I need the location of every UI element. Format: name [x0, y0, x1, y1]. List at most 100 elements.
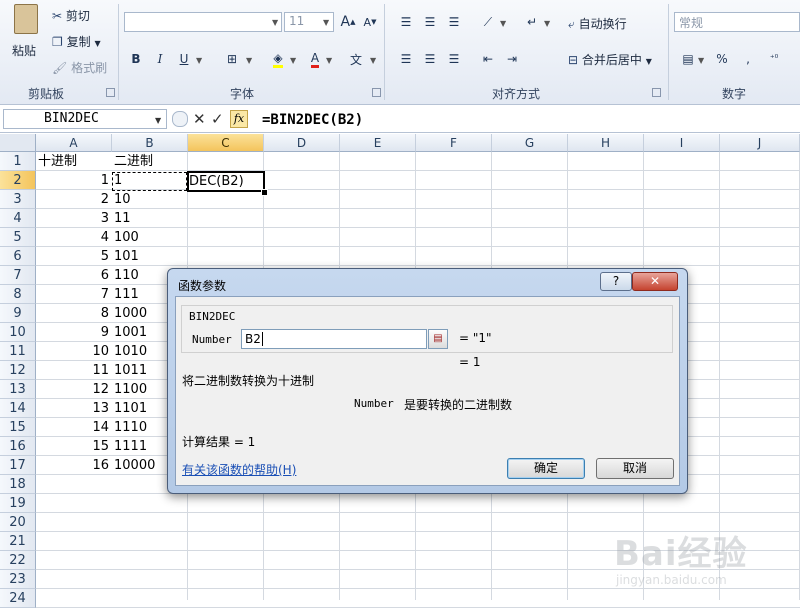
increase-indent-button[interactable]: ⇥	[502, 50, 522, 68]
number-format-select[interactable]: 常规	[674, 12, 800, 32]
row-header-20[interactable]: 20	[0, 513, 36, 532]
clipboard-launcher-icon[interactable]	[106, 88, 115, 97]
row-header-3[interactable]: 3	[0, 190, 36, 209]
align-right-button[interactable]: ☰	[444, 50, 464, 68]
formula-bar-splitter[interactable]	[172, 111, 188, 127]
wrap-text-button[interactable]: ⤶ 自动换行	[568, 15, 627, 32]
align-top-button[interactable]: ☰	[396, 13, 416, 31]
collapse-dialog-icon[interactable]: ▤	[428, 329, 448, 349]
copy-button[interactable]: ❐ 复制 ▼	[52, 33, 101, 50]
cell-b5[interactable]: 100	[114, 228, 186, 247]
accounting-format-button[interactable]: ▤	[678, 50, 698, 68]
row-header-21[interactable]: 21	[0, 532, 36, 551]
borders-button[interactable]: ⊞	[222, 50, 242, 68]
formula-input[interactable]: =BIN2DEC(B2)	[262, 112, 363, 128]
merge-center-button[interactable]: ⊟ 合并后居中 ▼	[568, 51, 652, 68]
row-header-11[interactable]: 11	[0, 342, 36, 361]
column-header-b[interactable]: B	[112, 134, 188, 152]
cell-b1[interactable]: 二进制	[114, 152, 186, 171]
fill-handle[interactable]	[261, 189, 268, 196]
column-header-h[interactable]: H	[568, 134, 644, 152]
align-center-button[interactable]: ☰	[420, 50, 440, 68]
row-header-24[interactable]: 24	[0, 589, 36, 608]
cell-a10[interactable]: 9	[36, 323, 109, 342]
row-header-23[interactable]: 23	[0, 570, 36, 589]
column-header-j[interactable]: J	[720, 134, 800, 152]
grow-font-button[interactable]: A ▲	[338, 13, 358, 31]
row-header-13[interactable]: 13	[0, 380, 36, 399]
cell-a4[interactable]: 3	[36, 209, 109, 228]
column-header-f[interactable]: F	[416, 134, 492, 152]
cell-a16[interactable]: 15	[36, 437, 109, 456]
column-header-i[interactable]: I	[644, 134, 720, 152]
cell-a2[interactable]: 1	[36, 171, 109, 190]
format-painter-button[interactable]: 🖌 格式刷	[52, 59, 107, 76]
row-header-4[interactable]: 4	[0, 209, 36, 228]
orientation-button[interactable]: ⟋	[478, 13, 498, 31]
underline-button[interactable]: U	[174, 50, 194, 68]
paste-button[interactable]: 粘贴	[6, 4, 46, 70]
column-header-a[interactable]: A	[36, 134, 112, 152]
enter-formula-button[interactable]: ✓	[211, 110, 224, 128]
alignment-launcher-icon[interactable]	[652, 88, 661, 97]
increase-decimal-button[interactable]: ⁺⁰	[764, 50, 784, 68]
cell-a5[interactable]: 4	[36, 228, 109, 247]
cell-a1[interactable]: 十进制	[38, 152, 110, 171]
font-color-button[interactable]: A	[305, 50, 325, 68]
text-direction-button[interactable]: ↵	[522, 13, 542, 31]
font-launcher-icon[interactable]	[372, 88, 381, 97]
row-header-7[interactable]: 7	[0, 266, 36, 285]
column-header-c[interactable]: C	[188, 134, 264, 152]
active-cell-c2[interactable]: DEC(B2)	[187, 171, 265, 192]
column-header-e[interactable]: E	[340, 134, 416, 152]
cell-b6[interactable]: 101	[114, 247, 186, 266]
align-left-button[interactable]: ☰	[396, 50, 416, 68]
cut-button[interactable]: ✂ 剪切	[52, 7, 90, 24]
row-header-15[interactable]: 15	[0, 418, 36, 437]
cell-b4[interactable]: 11	[114, 209, 186, 228]
comma-button[interactable]: ,	[738, 50, 758, 68]
shrink-font-button[interactable]: A ▼	[360, 13, 380, 31]
function-help-link[interactable]: 有关该函数的帮助(H)	[182, 461, 296, 478]
row-header-17[interactable]: 17	[0, 456, 36, 475]
chevron-down-icon[interactable]: ▼	[155, 116, 161, 125]
italic-button[interactable]: I	[150, 50, 170, 68]
column-header-d[interactable]: D	[264, 134, 340, 152]
cancel-formula-button[interactable]: ✕	[193, 110, 206, 128]
align-middle-button[interactable]: ☰	[420, 13, 440, 31]
number-argument-input[interactable]: B2	[241, 329, 427, 349]
decrease-indent-button[interactable]: ⇤	[478, 50, 498, 68]
close-icon[interactable]: ✕	[632, 272, 678, 291]
row-header-5[interactable]: 5	[0, 228, 36, 247]
ok-button[interactable]: 确定	[507, 458, 585, 479]
insert-function-button[interactable]: fx	[230, 110, 248, 128]
cell-a17[interactable]: 16	[36, 456, 109, 475]
cell-a14[interactable]: 13	[36, 399, 109, 418]
cell-a12[interactable]: 11	[36, 361, 109, 380]
row-header-6[interactable]: 6	[0, 247, 36, 266]
cell-a7[interactable]: 6	[36, 266, 109, 285]
row-header-8[interactable]: 8	[0, 285, 36, 304]
column-header-g[interactable]: G	[492, 134, 568, 152]
percent-button[interactable]: %	[712, 50, 732, 68]
font-name-select[interactable]	[124, 12, 282, 32]
row-header-14[interactable]: 14	[0, 399, 36, 418]
cell-a8[interactable]: 7	[36, 285, 109, 304]
row-header-12[interactable]: 12	[0, 361, 36, 380]
align-bottom-button[interactable]: ☰	[444, 13, 464, 31]
cancel-button[interactable]: 取消	[596, 458, 674, 479]
fill-color-button[interactable]: ◈	[268, 50, 288, 68]
row-header-19[interactable]: 19	[0, 494, 36, 513]
help-icon[interactable]: ?	[600, 272, 632, 291]
row-header-18[interactable]: 18	[0, 475, 36, 494]
row-header-9[interactable]: 9	[0, 304, 36, 323]
name-box[interactable]: BIN2DEC	[3, 109, 167, 129]
phonetic-button[interactable]: 文	[346, 50, 366, 68]
row-header-2[interactable]: 2	[0, 171, 36, 190]
cell-a9[interactable]: 8	[36, 304, 109, 323]
row-header-22[interactable]: 22	[0, 551, 36, 570]
select-all-corner[interactable]	[0, 134, 36, 152]
row-header-16[interactable]: 16	[0, 437, 36, 456]
cell-b3[interactable]: 10	[114, 190, 186, 209]
cell-a11[interactable]: 10	[36, 342, 109, 361]
